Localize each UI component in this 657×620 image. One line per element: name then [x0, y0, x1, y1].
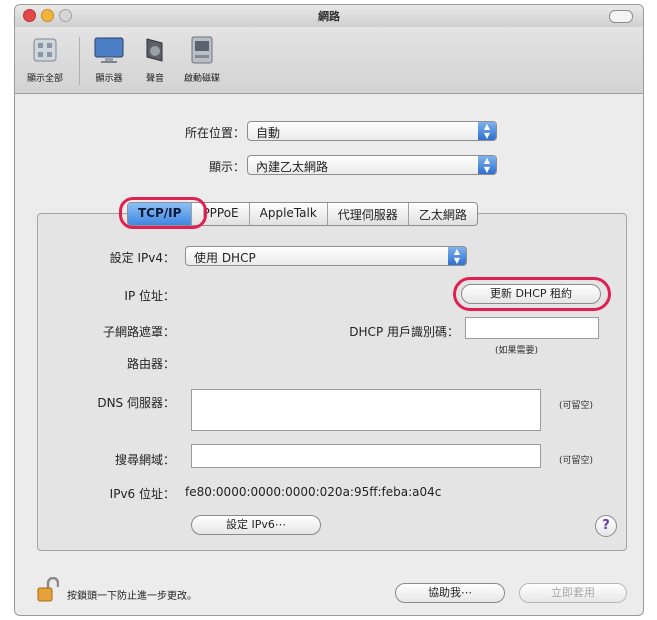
router-label: 路由器： — [126, 357, 175, 371]
apply-now-button[interactable]: 立即套用 — [519, 583, 627, 603]
ipv4-popup[interactable]: 使用 DHCP ▲ ▼ — [185, 246, 467, 266]
dhcp-client-id-field[interactable] — [465, 317, 599, 339]
show-popup[interactable]: 內建乙太網路 ▲ ▼ — [247, 155, 497, 175]
tab-appletalk[interactable]: AppleTalk — [250, 203, 328, 225]
show-value: 內建乙太網路 — [256, 160, 329, 174]
location-label: 所在位置： — [184, 126, 245, 140]
configure-ipv6-button[interactable]: 設定 IPv6⋯ — [191, 515, 321, 535]
dns-optional-note: (可留空) — [559, 401, 594, 411]
help-button[interactable]: ? — [595, 515, 617, 537]
dhcp-client-id-label: DHCP 用戶識別碼： — [349, 325, 459, 339]
location-value: 自動 — [256, 126, 281, 140]
toolbar-separator — [79, 37, 80, 85]
toolbar-show-all[interactable]: 顯示全部 — [21, 33, 69, 84]
location-popup[interactable]: 自動 ▲ ▼ — [247, 121, 497, 141]
popup-arrows-icon: ▲ ▼ — [478, 156, 496, 174]
title-bar: 網路 — [15, 5, 643, 28]
toolbar-display[interactable]: 顯示器 — [87, 33, 131, 84]
assist-me-button[interactable]: 協助我⋯ — [395, 583, 505, 603]
popup-arrows-icon: ▲ ▼ — [478, 122, 496, 140]
ip-address-label: IP 位址： — [124, 289, 175, 303]
network-preferences-window: 網路 顯示全部 顯示器 聲音 啟動磁碟 所在位置： 自動 ▲ ▼ 顯示： 內建乙… — [14, 4, 644, 616]
lock-icon[interactable] — [37, 576, 60, 603]
popup-arrows-icon: ▲ ▼ — [448, 247, 466, 265]
ipv6-address-value: fe80:0000:0000:0000:020a:95ff:feba:a04c — [185, 485, 442, 499]
startup-disk-icon — [185, 33, 219, 67]
dhcp-client-id-hint: (如果需要) — [495, 346, 539, 356]
lock-message: 按鎖頭一下防止進一步更改。 — [67, 591, 197, 602]
search-domains-optional-note: (可留空) — [559, 456, 594, 466]
show-label: 顯示： — [208, 160, 245, 174]
show-all-icon — [28, 33, 62, 67]
renew-button-highlight — [453, 277, 611, 311]
tcpip-tab-highlight — [119, 197, 207, 229]
ipv6-address-label: IPv6 位址： — [109, 487, 175, 501]
window-title: 網路 — [318, 10, 340, 23]
display-icon — [92, 33, 126, 67]
search-domains-field[interactable] — [191, 444, 541, 468]
tab-ethernet[interactable]: 乙太網路 — [409, 203, 477, 225]
subnet-mask-label: 子網路遮罩： — [102, 325, 175, 339]
sound-icon — [138, 33, 172, 67]
toolbar-toggle-button[interactable] — [609, 10, 633, 23]
toolbar: 顯示全部 顯示器 聲音 啟動磁碟 — [15, 27, 643, 94]
ipv4-value: 使用 DHCP — [194, 251, 256, 265]
search-domains-label: 搜尋網域： — [114, 453, 175, 467]
dns-servers-field[interactable] — [191, 389, 541, 431]
toolbar-startup-disk[interactable]: 啟動磁碟 — [177, 33, 227, 84]
tab-proxies[interactable]: 代理伺服器 — [328, 203, 409, 225]
ipv4-label: 設定 IPv4： — [109, 251, 175, 265]
dns-servers-label: DNS 伺服器： — [97, 396, 175, 410]
toolbar-sound[interactable]: 聲音 — [135, 33, 175, 84]
